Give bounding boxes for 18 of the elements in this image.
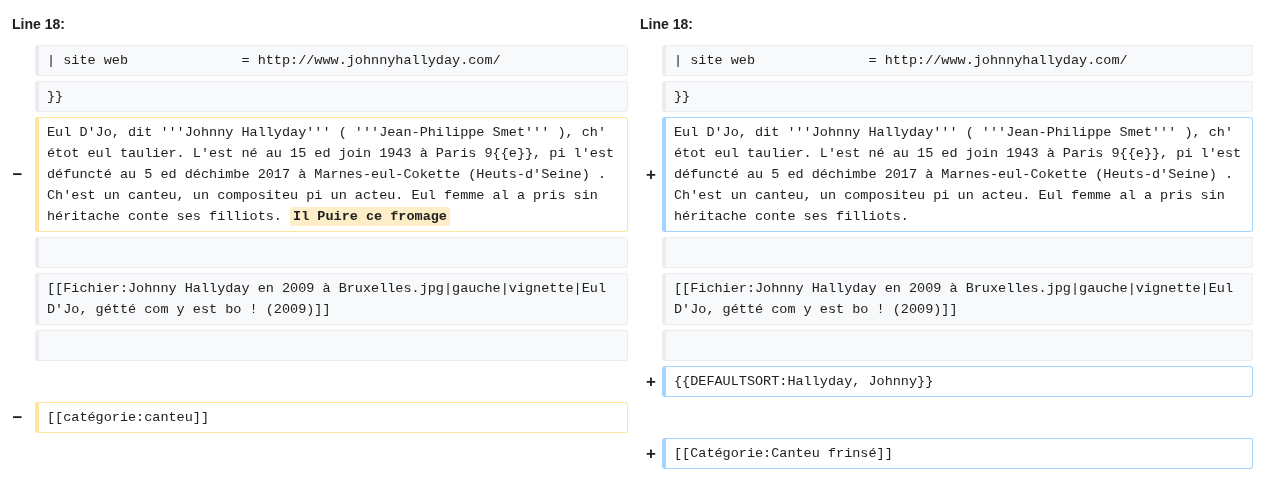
line-text: [[Fichier:Johnny Hallyday en 2009 à Bruxelles.jpg|gauche|vignette|Eul D'Jo, gétté com y est bo ! (2009)]] bbox=[47, 280, 607, 319]
deleted-line-marker: − bbox=[12, 406, 23, 429]
line-text: [[catégorie:canteu]] bbox=[47, 409, 211, 427]
line-text: [[Catégorie:Canteu frinsé]] bbox=[674, 445, 894, 463]
line-text: }} bbox=[47, 88, 65, 106]
line-text: Eul D'Jo, dit '''Johnny Hallyday''' ( '''Jean-Philippe Smet''' ), ch' étot eul taulier. L'est né au 15 ed join 1943 à Paris 9{{e}}, pi l'est défuncté au 5 ed déchimbe 2017 à Marnes-eul-Cokette (Heuts-d'Seine) . Ch'est un canteu, un compositeu pi un acteu. Eul femme al a pris sin héritache conte ses filliots. bbox=[674, 124, 1243, 226]
added-line-marker: + bbox=[646, 442, 656, 465]
deleted-line-marker: − bbox=[12, 163, 23, 186]
line-number-header: Line 18: bbox=[12, 16, 65, 32]
line-text: | site web = http://www.johnnyhallyday.com/ bbox=[47, 52, 502, 70]
line-number-header: Line 18: bbox=[640, 16, 693, 32]
added-line-marker: + bbox=[646, 163, 656, 186]
line-text: }} bbox=[674, 88, 692, 106]
line-text: {{DEFAULTSORT:Hallyday, Johnny}} bbox=[674, 373, 935, 391]
added-line-marker: + bbox=[646, 370, 656, 393]
line-text: [[Fichier:Johnny Hallyday en 2009 à Bruxelles.jpg|gauche|vignette|Eul D'Jo, gétté com y est bo ! (2009)]] bbox=[674, 280, 1234, 319]
line-text: Eul D'Jo, dit '''Johnny Hallyday''' ( '''Jean-Philippe Smet''' ), ch' étot eul taulier. L'est né au 15 ed join 1943 à Paris 9{{e}}, pi l'est défuncté au 5 ed déchimbe 2017 à Marnes-eul-Cokette (Heuts-d'Seine) . Ch'est un canteu, un compositeu pi un acteu. Eul femme al a pris sin héritache conte ses filliots. Il Puire ce fromage bbox=[47, 124, 616, 227]
line-text: | site web = http://www.johnnyhallyday.com/ bbox=[674, 52, 1129, 70]
